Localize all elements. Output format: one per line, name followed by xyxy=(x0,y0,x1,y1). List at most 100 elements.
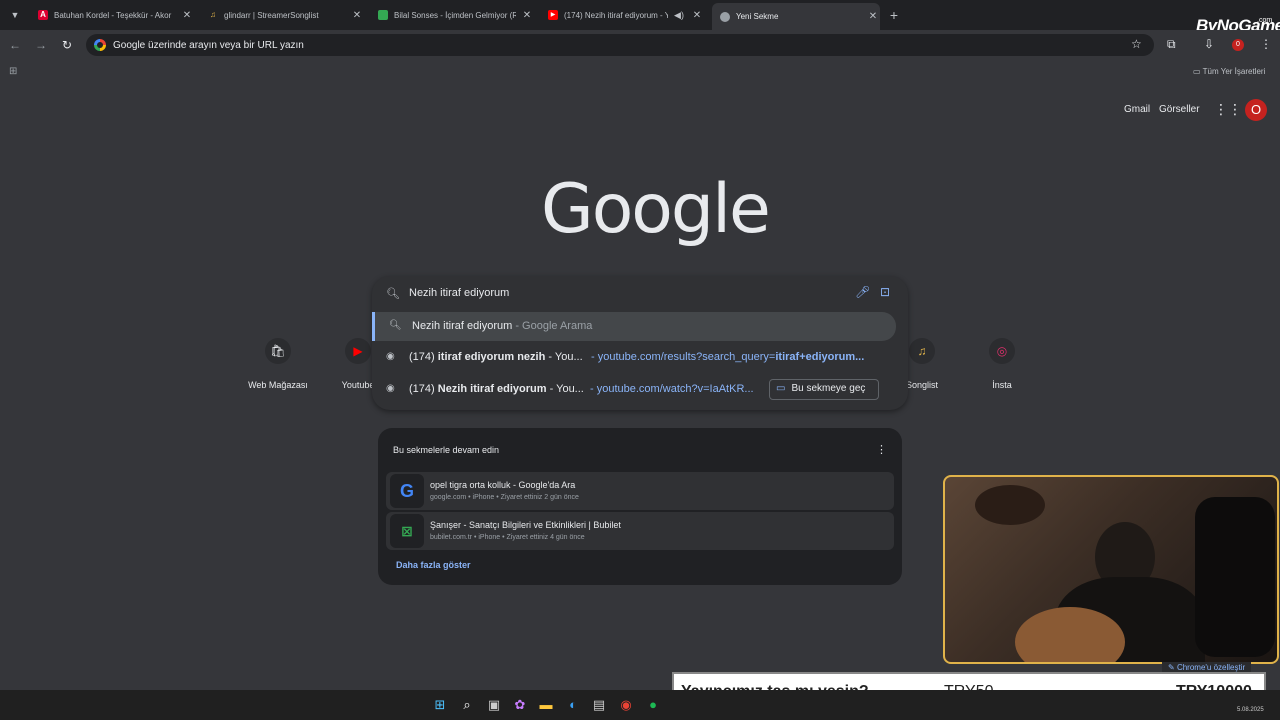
suggestion-prefix: (174) xyxy=(409,383,438,395)
songlist-icon: ♫ xyxy=(909,338,935,364)
show-more-link[interactable]: Daha fazla göster xyxy=(396,560,471,570)
brand-suffix: .com xyxy=(1257,17,1273,24)
suggestion-main: Nezih itiraf ediyorum xyxy=(437,383,547,395)
search-icon: 🔍︎ xyxy=(389,320,402,331)
suggestion-main: itiraf ediyorum nezih xyxy=(437,351,546,363)
chrome-icon[interactable]: ◉ xyxy=(618,697,634,713)
tab-3[interactable]: Bilal Sonses - İçimden Gelmiyor (R ✕ xyxy=(370,4,534,26)
back-button[interactable]: ← xyxy=(6,36,24,54)
search-icon: 🔍︎ xyxy=(386,288,400,300)
suggestion-url-plain: - youtube.com/results?search_query= xyxy=(591,351,776,363)
tab-title: Bilal Sonses - İçimden Gelmiyor (R xyxy=(394,10,516,20)
suggestion-text: (174) itiraf ediyorum nezih - You... xyxy=(409,351,583,363)
suggestion-suffix: - You... xyxy=(546,383,584,395)
apps-grid-icon[interactable]: ⊞ xyxy=(9,66,17,77)
copilot-icon[interactable]: ✿ xyxy=(512,697,528,713)
angular-red-icon: A xyxy=(38,10,48,20)
shelf-decor xyxy=(975,485,1045,525)
suggestion-main: Nezih itiraf ediyorum xyxy=(412,320,513,332)
file-explorer-icon[interactable]: ▬ xyxy=(538,697,554,713)
close-icon[interactable]: ✕ xyxy=(350,10,364,21)
tab-4[interactable]: ▶ (174) Nezih itiraf ediyorum - Y ◀) ✕ xyxy=(540,4,704,26)
music-note-icon: ♫ xyxy=(210,10,216,19)
menu-kebab-icon[interactable]: ⋮ xyxy=(1260,37,1272,51)
continue-item-meta: bubilet.com.tr • iPhone • Ziyaret ettini… xyxy=(430,534,585,541)
webcam-overlay xyxy=(943,475,1279,664)
tab-5-active[interactable]: Yeni Sekme ✕ xyxy=(712,3,880,30)
ticket-icon: ⊠ xyxy=(390,514,424,548)
tab-title: Batuhan Kordel - Teşekkür - Akor xyxy=(54,10,172,20)
youtube-icon: ▶ xyxy=(345,338,371,364)
task-view-icon[interactable]: ▣ xyxy=(486,697,502,713)
tab-icon: ▭ xyxy=(776,383,786,394)
chrome-icon xyxy=(720,11,730,22)
edge-icon[interactable]: ◐ xyxy=(565,697,581,713)
taskbar xyxy=(0,690,1280,720)
suggestion-suffix: - You... xyxy=(545,351,583,363)
shortcut-label: Web Mağazası xyxy=(248,380,308,390)
downloads-icon[interactable]: ⇩ xyxy=(1204,37,1214,51)
all-bookmarks-label: Tüm Yer İşaretleri xyxy=(1202,67,1266,76)
suggestion-text: Nezih itiraf ediyorum - Google Arama xyxy=(412,320,592,332)
all-bookmarks[interactable]: ▭ Tüm Yer İşaretleri xyxy=(1193,67,1265,76)
reload-button[interactable]: ↻ xyxy=(58,36,76,54)
tab-title: glindarr | StreamerSonglist xyxy=(224,10,319,20)
new-tab-button[interactable]: + xyxy=(886,6,902,24)
switch-to-tab-button[interactable]: ▭ Bu sekmeye geç xyxy=(769,379,879,400)
youtube-icon: ▶ xyxy=(548,10,558,20)
gmail-link[interactable]: Gmail xyxy=(1124,104,1150,115)
search-icon[interactable]: ⌕ xyxy=(459,697,475,713)
card-menu-icon[interactable]: ⋮ xyxy=(876,443,887,456)
customize-chrome-label: Chrome'u özelleştir xyxy=(1176,663,1246,672)
address-bar-placeholder: Google üzerinde arayın veya bir URL yazı… xyxy=(113,40,304,51)
green-square-icon xyxy=(378,10,388,20)
continue-tabs-title: Bu sekmelerle devam edin xyxy=(393,445,500,455)
suggestion-url-bold: itiraf+ediyorum... xyxy=(775,351,865,363)
suggestion-row[interactable]: ◉ (174) itiraf ediyorum nezih - You... -… xyxy=(372,343,896,372)
close-icon[interactable]: ✕ xyxy=(180,10,194,21)
instagram-icon: ◎ xyxy=(989,338,1015,364)
google-logo: Google xyxy=(541,170,771,249)
bookmarks-bar xyxy=(0,60,1280,84)
google-icon: G xyxy=(390,474,424,508)
close-icon[interactable]: ✕ xyxy=(866,11,880,22)
chair xyxy=(1195,497,1275,657)
continue-item[interactable] xyxy=(386,512,894,550)
shortcut-label: İnsta xyxy=(992,380,1012,390)
continue-item[interactable] xyxy=(386,472,894,510)
speaker-icon[interactable]: ◀) xyxy=(672,10,686,21)
tab-search-button[interactable]: ▼ xyxy=(6,6,24,24)
bookmark-star-icon[interactable]: ☆ xyxy=(1131,37,1142,51)
tab-1[interactable]: A Batuhan Kordel - Teşekkür - Akor ✕ xyxy=(30,4,194,26)
spotify-icon[interactable]: ● xyxy=(645,697,661,713)
tab-title: Yeni Sekme xyxy=(736,12,779,21)
search-input[interactable]: Nezih itiraf ediyorum xyxy=(409,287,509,299)
suggestion-row[interactable]: 🔍︎ Nezih itiraf ediyorum - Google Arama xyxy=(372,312,896,341)
account-avatar[interactable]: O xyxy=(1245,99,1267,121)
profile-button[interactable]: 0 xyxy=(1232,39,1244,51)
tab-title: (174) Nezih itiraf ediyorum - Y xyxy=(564,10,668,20)
continue-item-title[interactable]: opel tigra orta kolluk - Google'da Ara xyxy=(430,480,575,490)
windows-start-icon[interactable]: ⊞ xyxy=(432,697,448,713)
shortcut-insta[interactable]: ◎ İnsta xyxy=(962,338,1042,390)
globe-icon: ◉ xyxy=(386,351,395,362)
globe-icon: ◉ xyxy=(386,383,395,394)
taskbar-date: 5.08.2025 xyxy=(1237,707,1264,713)
suggestion-suffix: - Google Arama xyxy=(512,320,593,332)
images-link[interactable]: Görseller xyxy=(1159,104,1200,115)
folder-icon: ▭ xyxy=(1193,67,1201,76)
suggestion-url: - youtube.com/results?search_query=itira… xyxy=(591,351,864,363)
suggestion-text: (174) Nezih itiraf ediyorum - You... xyxy=(409,383,584,395)
webstore-icon: 🛍 xyxy=(265,338,291,364)
tab-2[interactable]: ♫ glindarr | StreamerSonglist ✕ xyxy=(200,4,364,26)
store-icon[interactable]: ▤ xyxy=(591,697,607,713)
extensions-icon[interactable]: ⧉ xyxy=(1167,37,1176,52)
close-icon[interactable]: ✕ xyxy=(520,10,534,21)
google-lens-icon[interactable]: ⊡ xyxy=(880,285,890,299)
continue-item-title[interactable]: Şanışer - Sanatçı Bilgileri ve Etkinlikl… xyxy=(430,520,621,530)
shortcut-webstore[interactable]: 🛍 Web Mağazası xyxy=(238,338,318,390)
microphone-icon[interactable]: 🎤︎ xyxy=(855,285,870,299)
google-icon xyxy=(94,39,106,51)
forward-button[interactable]: → xyxy=(32,36,50,54)
close-icon[interactable]: ✕ xyxy=(690,10,704,21)
